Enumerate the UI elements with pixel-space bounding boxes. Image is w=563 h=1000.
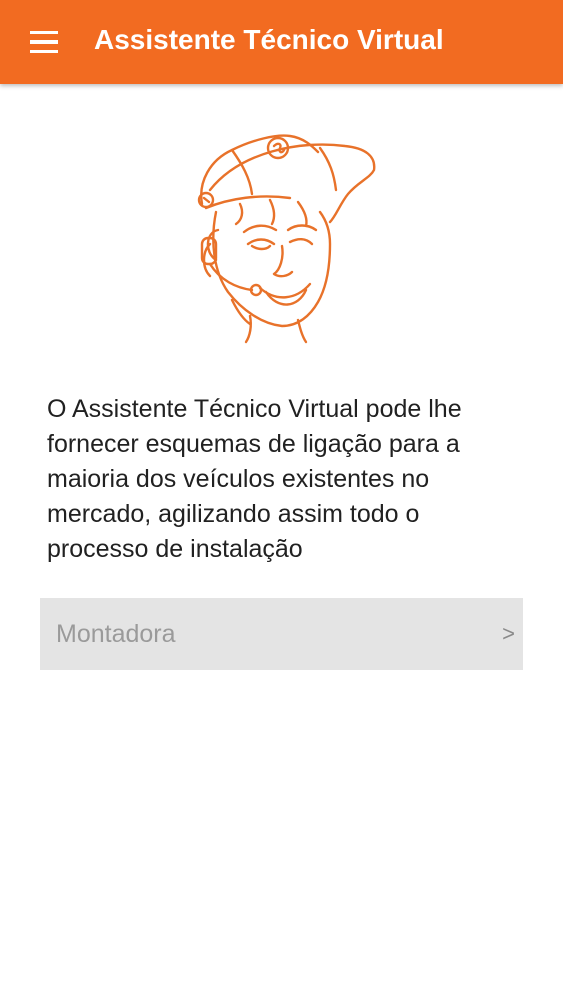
chevron-right-icon: > [502, 621, 515, 646]
description-text: O Assistente Técnico Virtual pode lhe fo… [47, 395, 462, 563]
menu-icon[interactable] [22, 24, 66, 60]
technician-mascot-illustration [197, 134, 376, 344]
selector-label: Montadora [56, 620, 176, 648]
app-title: Assistente Técnico Virtual [94, 24, 444, 55]
montadora-selector[interactable]: Montadora > [40, 598, 523, 670]
app-bar: Assistente Técnico Virtual [0, 0, 563, 84]
